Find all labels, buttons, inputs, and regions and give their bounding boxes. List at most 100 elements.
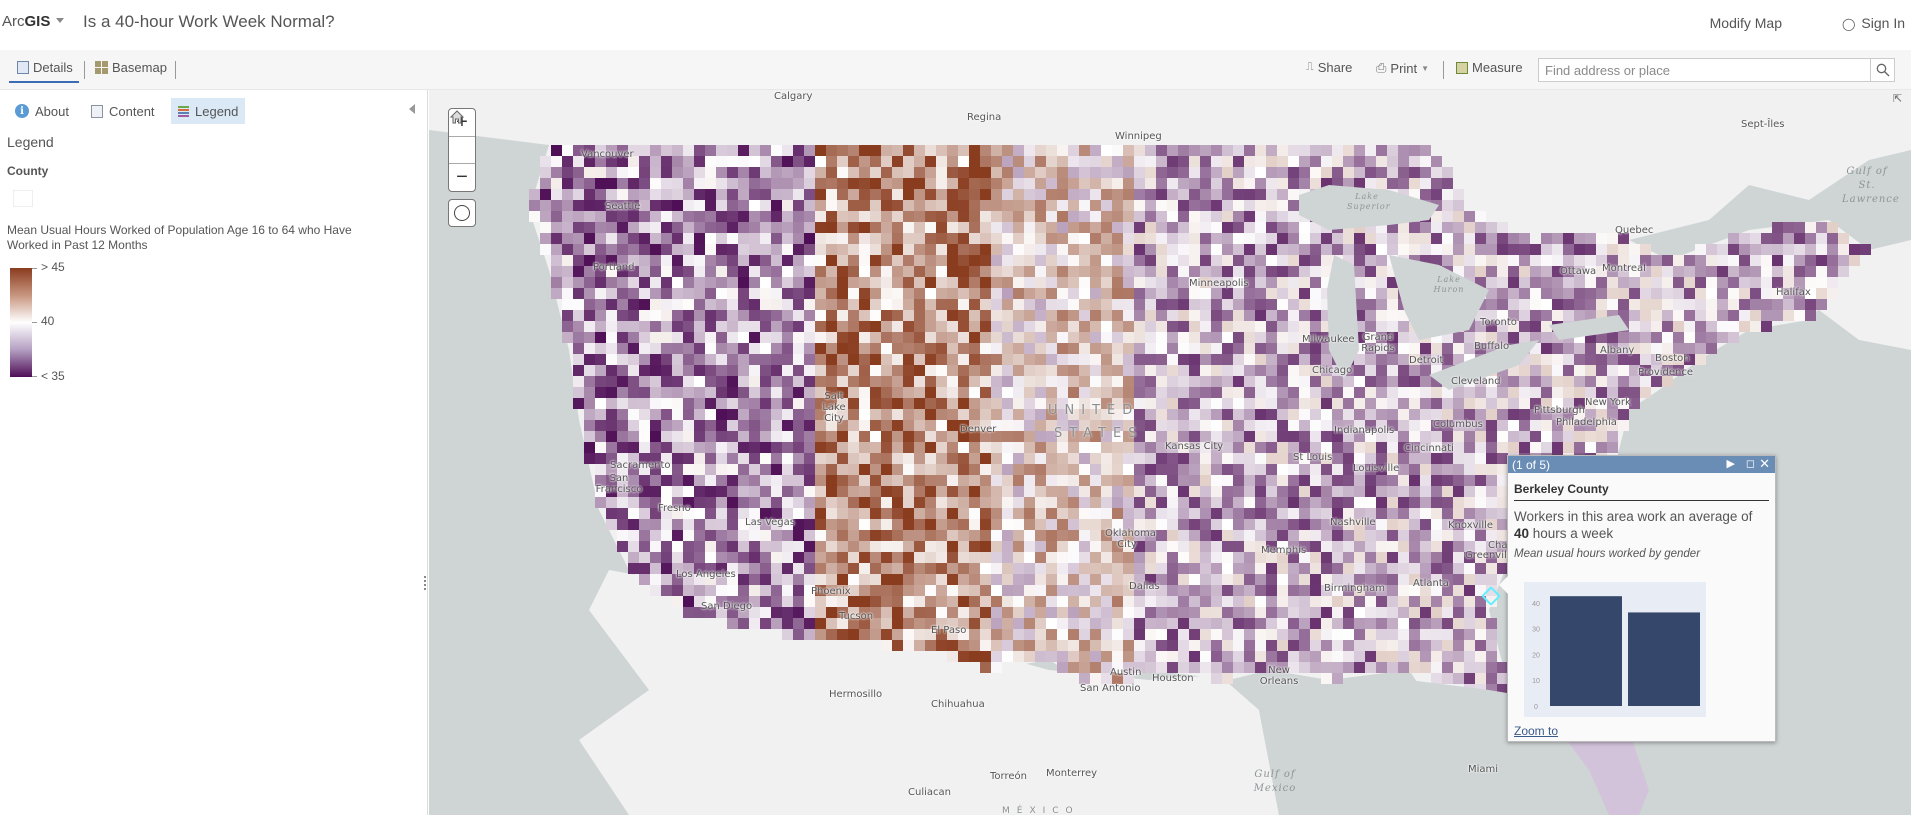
county-polygon[interactable] [947, 640, 958, 651]
county-polygon[interactable] [1013, 145, 1024, 156]
county-polygon[interactable] [1002, 431, 1013, 442]
county-polygon[interactable] [936, 354, 947, 365]
county-polygon[interactable] [1288, 398, 1299, 409]
county-polygon[interactable] [1233, 266, 1244, 277]
county-polygon[interactable] [1332, 387, 1343, 398]
county-polygon[interactable] [1376, 442, 1387, 453]
county-polygon[interactable] [1299, 255, 1310, 266]
county-polygon[interactable] [1255, 574, 1266, 585]
county-polygon[interactable] [1123, 178, 1134, 189]
county-polygon[interactable] [1244, 475, 1255, 486]
county-polygon[interactable] [1794, 233, 1805, 244]
county-polygon[interactable] [1079, 343, 1090, 354]
county-polygon[interactable] [936, 343, 947, 354]
county-polygon[interactable] [1090, 266, 1101, 277]
county-polygon[interactable] [1244, 156, 1255, 167]
county-polygon[interactable] [1772, 310, 1783, 321]
county-polygon[interactable] [837, 178, 848, 189]
county-polygon[interactable] [1134, 266, 1145, 277]
county-polygon[interactable] [1233, 244, 1244, 255]
county-polygon[interactable] [1244, 453, 1255, 464]
county-polygon[interactable] [1409, 167, 1420, 178]
county-polygon[interactable] [1409, 475, 1420, 486]
county-polygon[interactable] [1354, 244, 1365, 255]
county-polygon[interactable] [1233, 574, 1244, 585]
county-polygon[interactable] [1299, 222, 1310, 233]
county-polygon[interactable] [947, 178, 958, 189]
county-polygon[interactable] [1453, 530, 1464, 541]
county-polygon[interactable] [1123, 211, 1134, 222]
county-polygon[interactable] [1024, 332, 1035, 343]
county-polygon[interactable] [1288, 431, 1299, 442]
county-polygon[interactable] [1750, 266, 1761, 277]
county-polygon[interactable] [1134, 508, 1145, 519]
county-polygon[interactable] [1167, 497, 1178, 508]
county-polygon[interactable] [815, 453, 826, 464]
county-polygon[interactable] [914, 442, 925, 453]
county-polygon[interactable] [1310, 596, 1321, 607]
county-polygon[interactable] [1002, 585, 1013, 596]
county-polygon[interactable] [947, 563, 958, 574]
county-polygon[interactable] [1024, 651, 1035, 662]
county-polygon[interactable] [1200, 541, 1211, 552]
county-polygon[interactable] [1387, 233, 1398, 244]
county-polygon[interactable] [1068, 376, 1079, 387]
county-polygon[interactable] [859, 244, 870, 255]
county-polygon[interactable] [1486, 508, 1497, 519]
county-polygon[interactable] [1541, 277, 1552, 288]
county-polygon[interactable] [1343, 398, 1354, 409]
county-polygon[interactable] [1101, 585, 1112, 596]
county-polygon[interactable] [1145, 618, 1156, 629]
county-polygon[interactable] [1266, 629, 1277, 640]
county-polygon[interactable] [980, 508, 991, 519]
county-polygon[interactable] [1222, 651, 1233, 662]
county-polygon[interactable] [1398, 354, 1409, 365]
county-polygon[interactable] [1167, 332, 1178, 343]
county-polygon[interactable] [1211, 574, 1222, 585]
county-polygon[interactable] [1310, 178, 1321, 189]
county-polygon[interactable] [1552, 299, 1563, 310]
county-polygon[interactable] [1178, 211, 1189, 222]
county-polygon[interactable] [1574, 343, 1585, 354]
county-polygon[interactable] [1156, 178, 1167, 189]
county-polygon[interactable] [1156, 332, 1167, 343]
county-polygon[interactable] [1178, 398, 1189, 409]
county-polygon[interactable] [1222, 409, 1233, 420]
county-polygon[interactable] [1233, 662, 1244, 673]
county-polygon[interactable] [1816, 277, 1827, 288]
county-polygon[interactable] [903, 211, 914, 222]
county-polygon[interactable] [1508, 244, 1519, 255]
county-polygon[interactable] [1387, 552, 1398, 563]
county-polygon[interactable] [1123, 486, 1134, 497]
county-polygon[interactable] [1343, 596, 1354, 607]
county-polygon[interactable] [848, 200, 859, 211]
county-polygon[interactable] [1145, 508, 1156, 519]
county-polygon[interactable] [1068, 442, 1079, 453]
county-polygon[interactable] [815, 156, 826, 167]
county-polygon[interactable] [1057, 310, 1068, 321]
county-polygon[interactable] [1728, 255, 1739, 266]
county-polygon[interactable] [1728, 299, 1739, 310]
county-polygon[interactable] [1266, 222, 1277, 233]
county-polygon[interactable] [1398, 387, 1409, 398]
county-polygon[interactable] [1354, 640, 1365, 651]
county-polygon[interactable] [1112, 596, 1123, 607]
county-polygon[interactable] [1035, 376, 1046, 387]
county-polygon[interactable] [1244, 145, 1255, 156]
county-polygon[interactable] [1299, 266, 1310, 277]
county-polygon[interactable] [1002, 541, 1013, 552]
county-polygon[interactable] [1398, 596, 1409, 607]
county-polygon[interactable] [1398, 244, 1409, 255]
county-polygon[interactable] [1156, 530, 1167, 541]
county-polygon[interactable] [1211, 519, 1222, 530]
county-polygon[interactable] [1211, 167, 1222, 178]
county-polygon[interactable] [1200, 244, 1211, 255]
county-polygon[interactable] [1354, 266, 1365, 277]
county-polygon[interactable] [925, 200, 936, 211]
county-polygon[interactable] [1398, 321, 1409, 332]
county-polygon[interactable] [1090, 640, 1101, 651]
county-polygon[interactable] [1024, 585, 1035, 596]
county-polygon[interactable] [1002, 519, 1013, 530]
county-polygon[interactable] [1167, 651, 1178, 662]
county-polygon[interactable] [1596, 299, 1607, 310]
